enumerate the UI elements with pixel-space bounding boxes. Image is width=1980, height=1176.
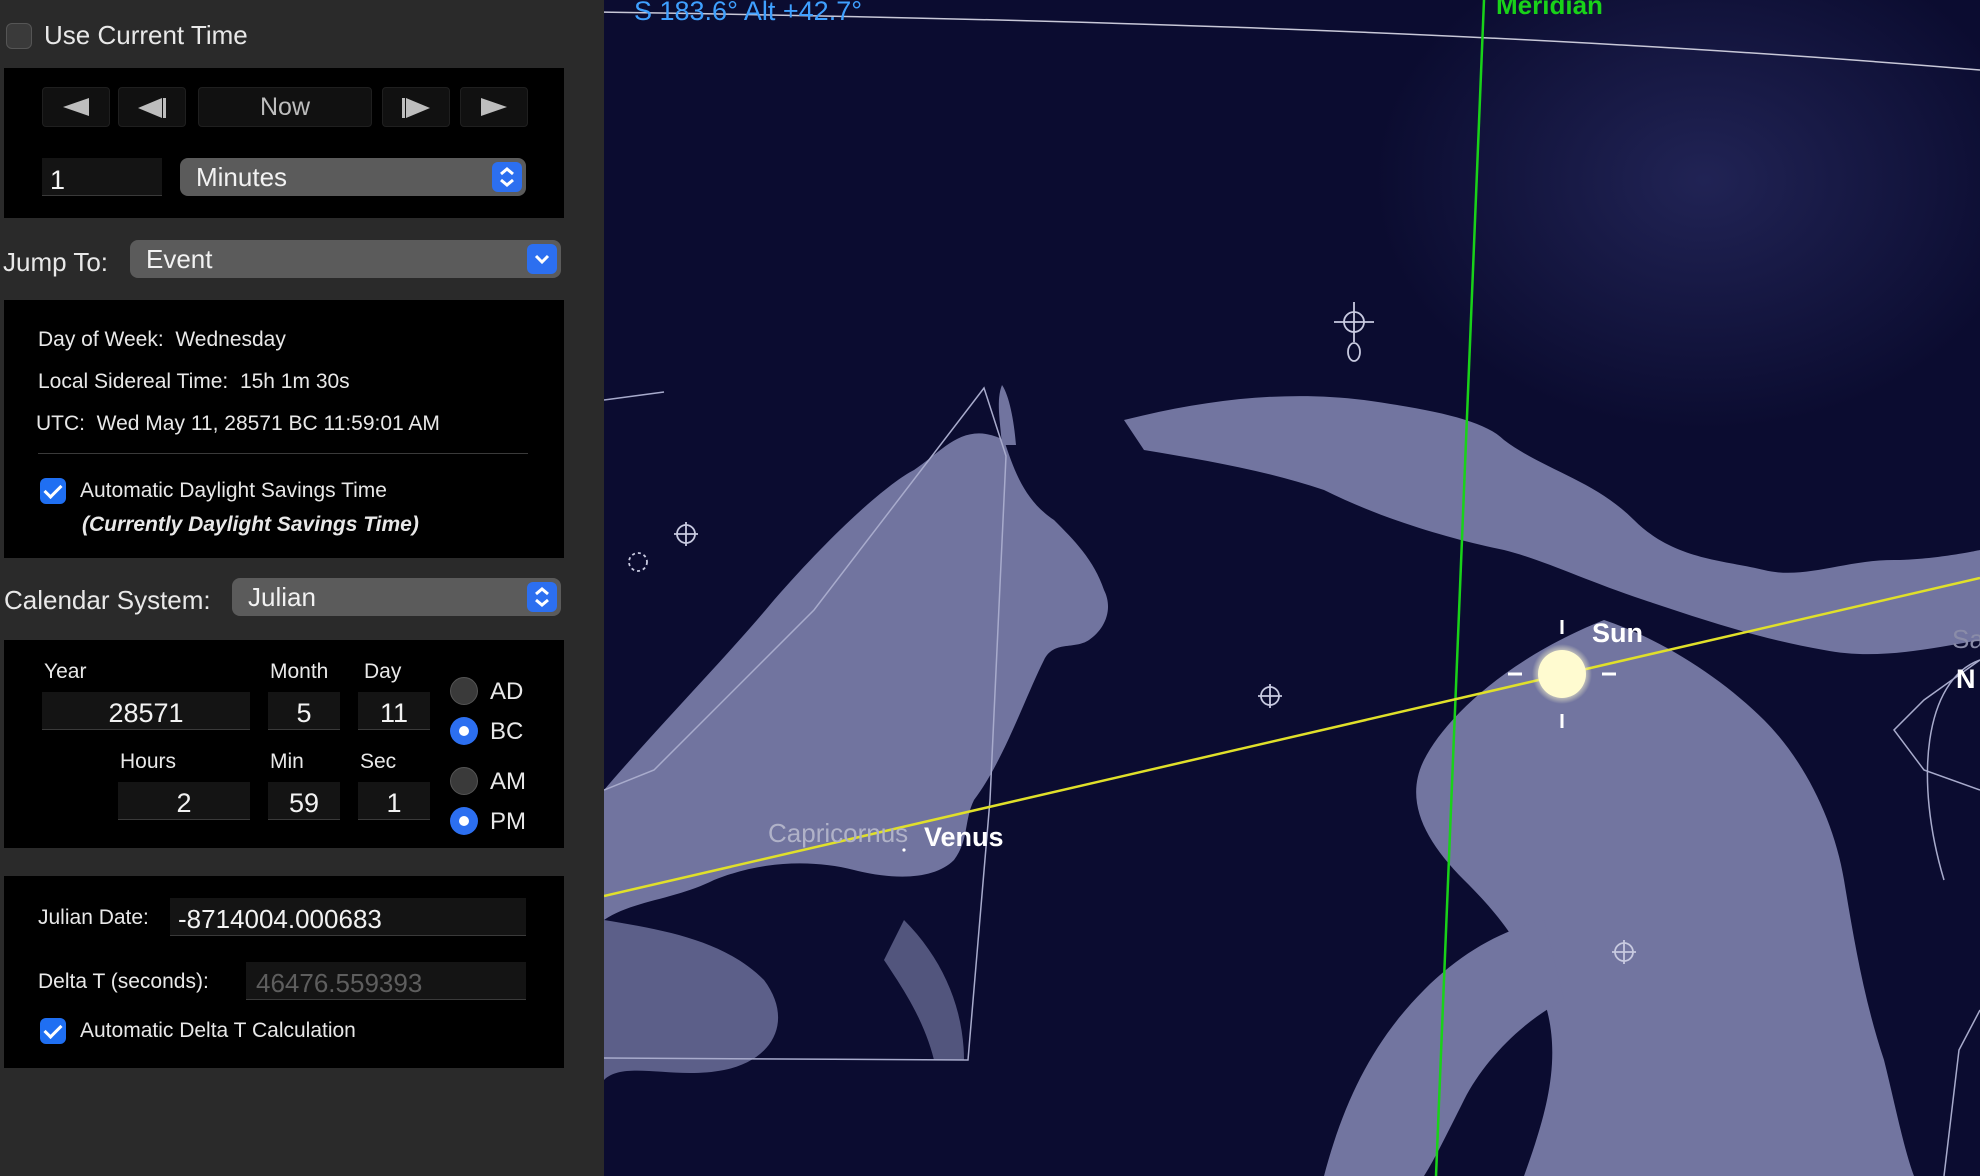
day-label: Day bbox=[364, 660, 402, 683]
step-unit-popup[interactable]: Minutes bbox=[180, 158, 526, 196]
julian-date-label: Julian Date: bbox=[38, 906, 149, 929]
coordinates-readout: S 183.6° Alt +42.7° bbox=[634, 0, 863, 26]
triangle-left-icon bbox=[63, 98, 89, 116]
calendar-system-label: Calendar System: bbox=[4, 585, 211, 615]
dst-status-text: (Currently Daylight Savings Time) bbox=[82, 513, 419, 536]
step-back-button[interactable] bbox=[118, 87, 186, 127]
bc-radio[interactable] bbox=[450, 717, 478, 745]
use-current-time-checkbox[interactable] bbox=[6, 23, 32, 49]
popup-stepper-icon bbox=[527, 582, 557, 612]
utc-value: Wed May 11, 28571 BC 11:59:01 AM bbox=[96, 412, 440, 435]
popup-stepper-icon bbox=[492, 162, 522, 192]
step-forward-fast-button[interactable] bbox=[460, 87, 528, 127]
min-label: Min bbox=[270, 750, 304, 773]
pm-label: PM bbox=[490, 808, 526, 835]
step-forward-button[interactable] bbox=[382, 87, 450, 127]
auto-dst-checkbox[interactable] bbox=[40, 478, 66, 504]
sun-label: Sun bbox=[1592, 618, 1643, 648]
bc-label: BC bbox=[490, 718, 524, 745]
am-radio[interactable] bbox=[450, 767, 478, 795]
ad-label: AD bbox=[490, 678, 524, 705]
ad-radio[interactable] bbox=[450, 677, 478, 705]
hours-label: Hours bbox=[120, 750, 177, 773]
time-step-box: Now 1 Minutes bbox=[4, 68, 564, 218]
sky-view[interactable]: S 183.6° Alt +42.7° Meridian Sun Caprico… bbox=[604, 0, 1980, 1176]
edge-label-sa: Sa bbox=[1952, 624, 1980, 654]
triangle-right-icon bbox=[481, 98, 507, 116]
year-field[interactable]: 28571 bbox=[42, 692, 250, 730]
step-back-fast-button[interactable] bbox=[42, 87, 110, 127]
calendar-system-popup[interactable]: Julian bbox=[232, 578, 561, 616]
sec-label: Sec bbox=[360, 750, 397, 773]
jump-to-popup[interactable]: Event bbox=[130, 240, 561, 278]
step-right-icon bbox=[402, 98, 430, 118]
julian-date-field[interactable]: -8714004.000683 bbox=[170, 898, 526, 936]
sidereal-time-value: 15h 1m 30s bbox=[239, 370, 350, 393]
venus-label: Venus bbox=[924, 822, 1004, 852]
divider bbox=[38, 453, 528, 454]
auto-delta-t-label: Automatic Delta T Calculation bbox=[80, 1019, 356, 1042]
min-field[interactable]: 59 bbox=[268, 782, 340, 820]
now-button[interactable]: Now bbox=[198, 87, 372, 127]
month-field[interactable]: 5 bbox=[268, 692, 340, 730]
step-amount-field[interactable]: 1 bbox=[42, 158, 162, 196]
time-settings-panel: Use Current Time Now 1 Minutes Jump To: … bbox=[0, 0, 604, 1176]
meridian-label: Meridian bbox=[1496, 0, 1603, 20]
edge-label-n: N bbox=[1956, 664, 1976, 694]
time-info-box: Day of Week: Wednesday Local Sidereal Ti… bbox=[4, 300, 564, 558]
use-current-time-label: Use Current Time bbox=[44, 20, 248, 50]
hours-field[interactable]: 2 bbox=[118, 782, 250, 820]
utc-label: UTC: bbox=[36, 412, 85, 435]
jump-to-label: Jump To: bbox=[3, 247, 109, 277]
day-of-week-value: Wednesday bbox=[175, 328, 286, 351]
jump-to-value: Event bbox=[146, 244, 213, 274]
date-entry-box: Year Month Day 28571 5 11 Hours Min Sec … bbox=[4, 640, 564, 848]
step-unit-value: Minutes bbox=[196, 162, 288, 192]
year-label: Year bbox=[44, 660, 87, 683]
constellation-label: Capricornus bbox=[768, 818, 909, 848]
day-of-week-label: Day of Week: bbox=[38, 328, 164, 351]
sidereal-time-label: Local Sidereal Time: bbox=[38, 370, 229, 393]
auto-dst-label: Automatic Daylight Savings Time bbox=[80, 479, 387, 502]
delta-t-field: 46476.559393 bbox=[246, 962, 526, 1000]
sky-chart bbox=[604, 0, 1980, 1176]
julian-date-box: Julian Date: -8714004.000683 Delta T (se… bbox=[4, 876, 564, 1068]
month-label: Month bbox=[270, 660, 329, 683]
pm-radio[interactable] bbox=[450, 807, 478, 835]
sec-field[interactable]: 1 bbox=[358, 782, 430, 820]
auto-delta-t-checkbox[interactable] bbox=[40, 1018, 66, 1044]
delta-t-label: Delta T (seconds): bbox=[38, 970, 209, 993]
am-label: AM bbox=[490, 768, 526, 795]
chevron-down-icon bbox=[527, 244, 557, 274]
day-field[interactable]: 11 bbox=[358, 692, 430, 730]
step-left-icon bbox=[138, 98, 166, 118]
calendar-system-value: Julian bbox=[248, 582, 316, 612]
